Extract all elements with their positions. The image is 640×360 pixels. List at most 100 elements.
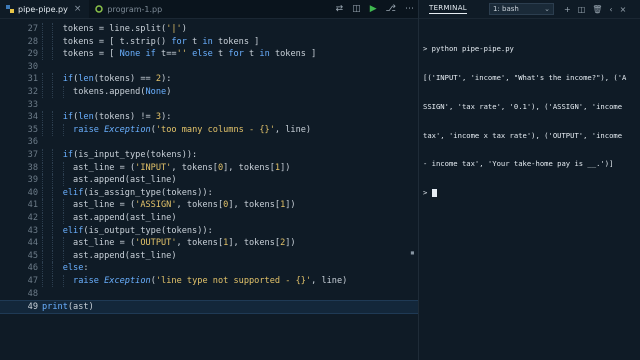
indent-guide [62,199,64,212]
scroll-marker-icon: ▪ [410,248,415,257]
code-line[interactable]: 42 ast.append(ast_line) [0,212,418,224]
code-text: tokens = [ t.strip() for t in tokens ] [42,36,260,47]
indent-guide [52,275,54,287]
compare-icon[interactable]: ⇄ [336,4,344,14]
code-editor[interactable]: 27 tokens = line.split('|') 28 tokens = [… [0,19,418,360]
code-line[interactable]: 46 else: [0,262,418,275]
code-text: tokens = line.split('|') [42,24,187,34]
code-line[interactable]: 43 elif(is_output_type(tokens)): [0,224,418,237]
vscode-window: pipe-pipe.py × program-1.pp ⇄ ◫ ▶ ⎇ ⋯ 27… [0,0,640,360]
terminal-line: SSIGN', 'tax rate', '0.1'), ('ASSIGN', '… [423,101,623,111]
line-number: 48 [27,288,38,299]
trash-icon[interactable]: 🗑 [592,5,602,14]
indent-guide [62,161,64,174]
code-text: tokens = [ None if t=='' else t for t in… [42,49,317,60]
code-line[interactable]: 30 [0,61,418,73]
line-number: 33 [27,99,38,110]
code-line[interactable]: 31 if(len(tokens) == 2): [0,73,418,86]
line-number: 40 [27,187,38,198]
close-icon[interactable]: × [74,4,82,14]
terminal-tab[interactable]: TERMINAL [429,4,467,14]
terminal-line: [('INPUT', 'income', "What's the income?… [423,72,627,82]
code-line[interactable]: 29 tokens = [ None if t=='' else t for t… [0,48,418,61]
editor-tab-bar: pipe-pipe.py × program-1.pp ⇄ ◫ ▶ ⎇ ⋯ [0,0,418,19]
code-line[interactable]: 34 if(len(tokens) != 3): [0,111,418,124]
indent-guide [52,212,54,224]
code-text: if(len(tokens) != 3): [62,112,172,123]
indent-guide [42,237,43,250]
code-text: if(is_input_type(tokens)): [62,150,198,160]
code-line[interactable]: 40 elif(is_assign_type(tokens)): [0,186,418,199]
code-text: ast_line = ('INPUT', tokens[0], tokens[1… [42,162,291,173]
line-number: 49 [27,302,38,313]
line-number: 44 [27,238,38,249]
code-line[interactable]: 44 ast_line = ('OUTPUT', tokens[1], toke… [0,237,418,250]
split-icon[interactable]: ◫ [578,5,586,14]
indent-guide [52,35,54,48]
line-number: 41 [27,200,38,211]
indent-guide [52,199,54,212]
line-number: 34 [27,112,38,123]
gear-file-icon [95,5,104,13]
indent-guide [62,237,64,250]
more-icon[interactable]: ⋯ [405,4,414,14]
python-file-icon [6,5,14,13]
code-line[interactable]: 39 ast.append(ast_line) [0,174,418,187]
terminal-output[interactable]: > python pipe-pipe.py [('INPUT', 'income… [419,19,640,217]
close-icon[interactable]: × [620,5,627,14]
terminal-line: > python pipe-pipe.py [423,44,514,54]
indent-guide [52,174,54,187]
line-number: 35 [27,124,38,135]
code-text: print(ast) [42,302,94,313]
indent-guide [62,174,64,187]
indent-guide [52,249,54,262]
code-line[interactable]: 48 [0,288,418,300]
plus-icon[interactable]: + [564,5,571,14]
chevron-left-icon[interactable]: ‹ [609,5,612,14]
code-line[interactable]: 45 ast.append(ast_line) [0,249,418,262]
indent-guide [52,224,54,237]
code-line[interactable]: 32 tokens.append(None) [0,86,418,98]
code-line[interactable]: 41 ast_line = ('ASSIGN', tokens[0], toke… [0,199,418,212]
code-line[interactable]: 37 if(is_input_type(tokens)): [0,149,418,161]
terminal-panel: TERMINAL 1: bash ⌄ + ◫ 🗑 ‹ × > python pi… [418,0,640,360]
code-line[interactable]: 35 raise Exception('too many columns - {… [0,123,418,136]
indent-guide [52,23,54,35]
indent-guide [52,111,54,124]
line-number: 38 [27,162,38,173]
indent-guide [62,86,64,98]
git-icon[interactable]: ⎇ [386,4,396,14]
line-number: 30 [27,61,38,72]
code-text: elif(is_assign_type(tokens)): [62,187,213,198]
terminal-header: TERMINAL 1: bash ⌄ + ◫ 🗑 ‹ × [419,0,640,19]
code-line[interactable]: 33 [0,99,418,111]
terminal-cursor [431,189,437,198]
code-text: raise Exception('too many columns - {}',… [73,124,312,135]
indent-guide [52,161,54,174]
line-number: 39 [27,175,38,186]
code-line[interactable]: 28 tokens = [ t.strip() for t in tokens … [0,35,418,48]
indent-guide [52,86,54,98]
indent-guide [52,149,54,161]
tab-pipe-pipe[interactable]: pipe-pipe.py × [0,0,90,18]
line-number: 42 [27,213,38,223]
indent-guide [62,249,64,262]
line-number: 37 [27,150,38,160]
code-text: elif(is_output_type(tokens)): [62,225,213,236]
run-icon[interactable]: ▶ [370,4,377,14]
code-line[interactable]: 49 print(ast) [0,300,418,315]
terminal-toolbar: + ◫ 🗑 ‹ × [564,5,626,14]
code-line[interactable]: 27 tokens = line.split('|') [0,23,418,35]
code-line[interactable]: 47 raise Exception('line type not suppor… [0,275,418,287]
tab-program-1[interactable]: program-1.pp [89,0,170,18]
tab-label: program-1.pp [107,4,163,14]
indent-guide [52,262,54,275]
code-line[interactable]: 36 [0,136,418,148]
shell-select-value: 1: bash [493,5,519,13]
split-icon[interactable]: ◫ [352,4,361,14]
code-text: if(len(tokens) == 2): [62,74,172,85]
terminal-line: - income tax', 'Your take-home pay is __… [423,159,614,169]
shell-select[interactable]: 1: bash ⌄ [489,3,554,15]
code-line[interactable]: 38 ast_line = ('INPUT', tokens[0], token… [0,161,418,174]
indent-guide [52,73,54,86]
